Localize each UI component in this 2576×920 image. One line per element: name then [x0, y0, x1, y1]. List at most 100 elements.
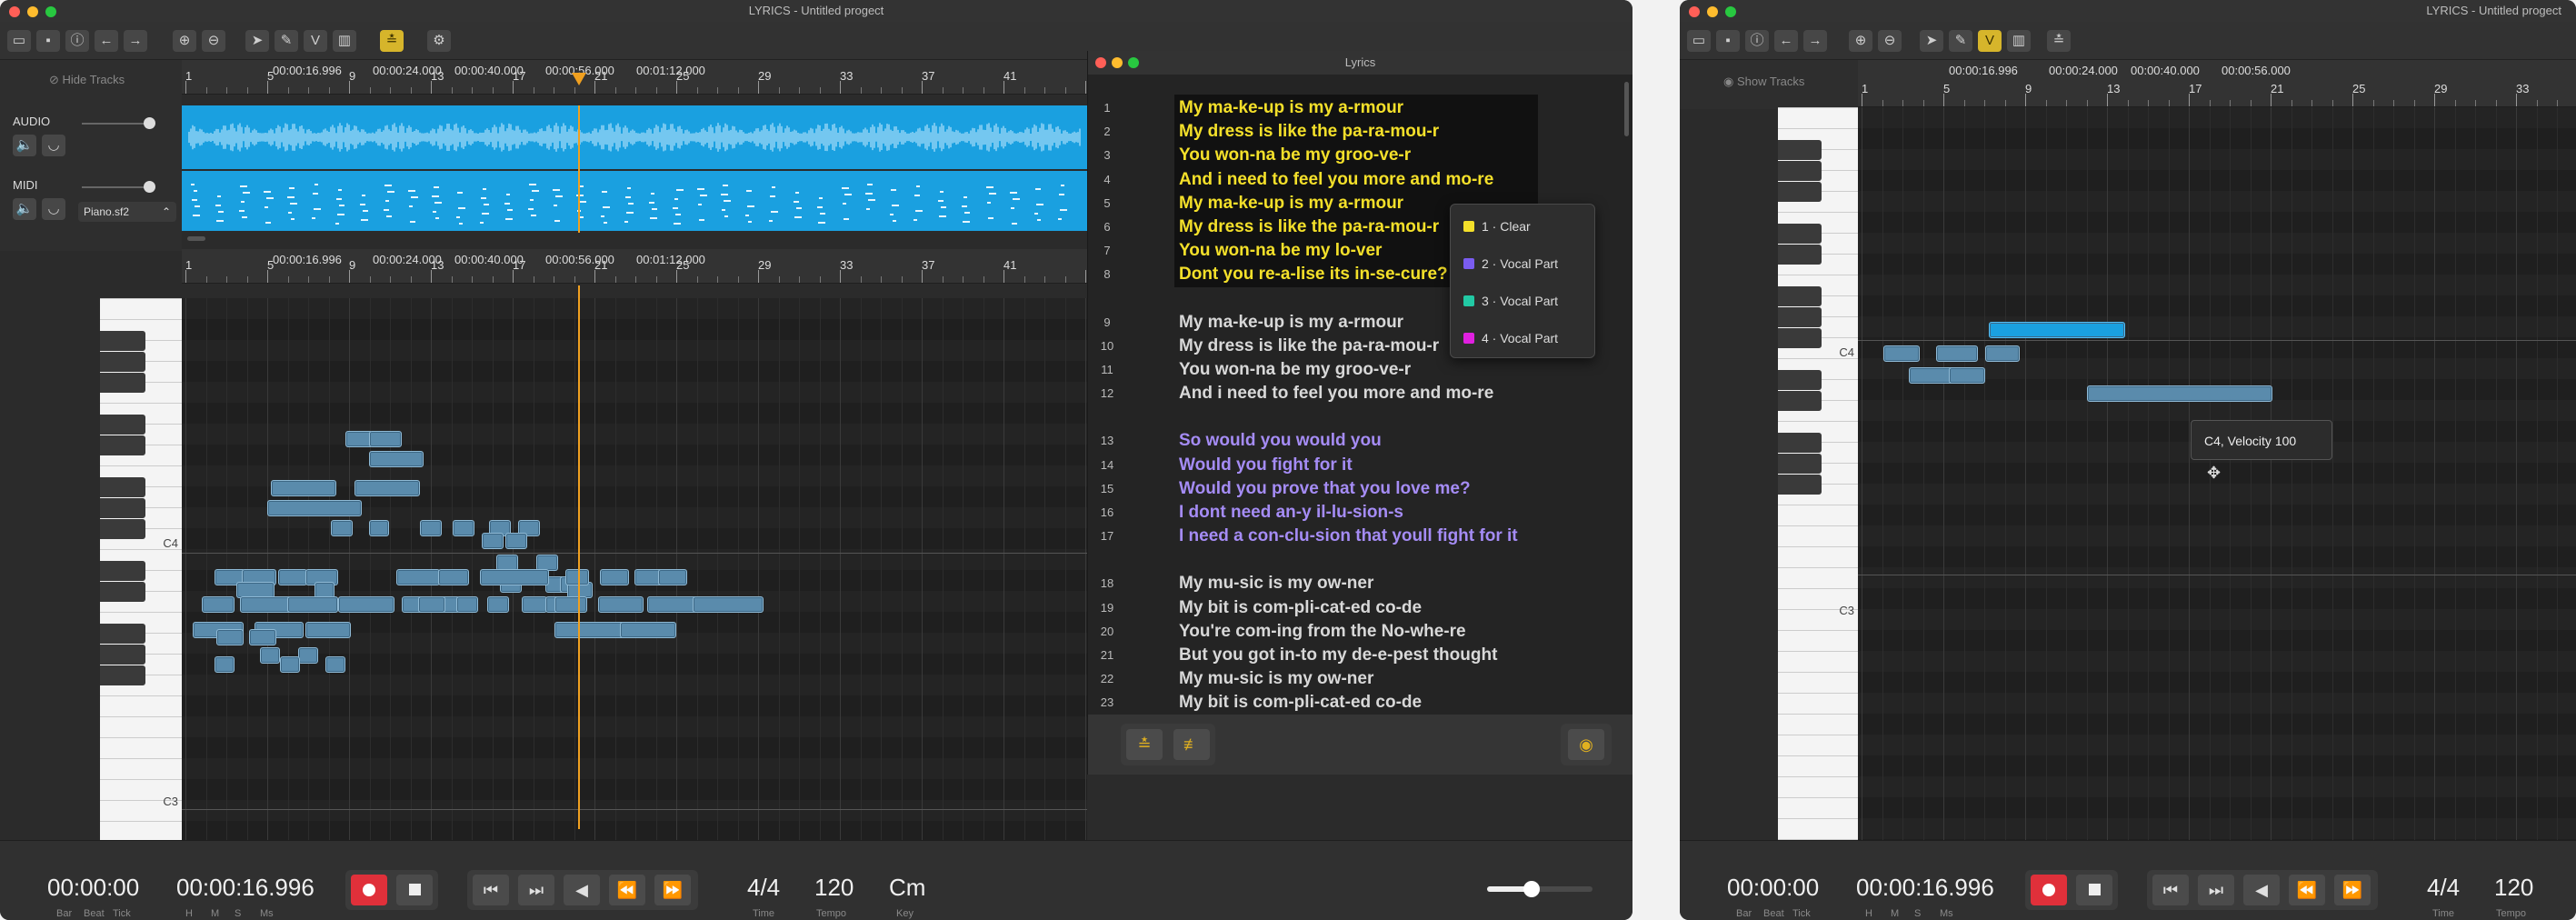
black-key[interactable]: [1778, 328, 1822, 348]
piano-roll-grid[interactable]: [182, 298, 1087, 840]
redo-icon[interactable]: →: [1803, 30, 1827, 52]
lyric-line[interactable]: 17 I need a con-clu-sion that youll fight…: [1088, 525, 1597, 548]
mute-icon[interactable]: 🔈: [13, 198, 36, 220]
midi-volume-slider[interactable]: [82, 181, 155, 193]
show-tracks-button[interactable]: ◉ Show Tracks: [1723, 75, 1804, 89]
record-button[interactable]: [351, 875, 387, 905]
midi-note[interactable]: [369, 520, 389, 536]
black-key[interactable]: [1778, 433, 1822, 453]
midi-note[interactable]: [249, 629, 276, 645]
pointer-tool-icon[interactable]: ➤: [1920, 30, 1943, 52]
lyric-line-text[interactable]: My dress is like the pa-ra-mou-r: [1179, 335, 1439, 358]
lyric-line-text[interactable]: Would you prove that you love me?: [1179, 477, 1471, 501]
time-signature[interactable]: 4/4: [747, 874, 780, 902]
midi-note[interactable]: [260, 647, 280, 664]
midi-note[interactable]: [487, 596, 509, 613]
black-key[interactable]: [100, 519, 145, 539]
menu-item-vocal-part-3[interactable]: 3 · Vocal Part: [1451, 283, 1594, 319]
midi-note[interactable]: [1985, 345, 2020, 362]
midi-note[interactable]: [438, 569, 469, 585]
zoom-lyrics-button[interactable]: [1128, 57, 1139, 68]
black-key[interactable]: [100, 415, 145, 435]
zoom-window-button[interactable]: [45, 6, 56, 17]
menu-item-vocal-part-2[interactable]: 2 · Vocal Part: [1451, 245, 1594, 282]
play-reverse-icon[interactable]: ◀: [564, 875, 600, 905]
black-key[interactable]: [1778, 391, 1822, 411]
zoom-window-button[interactable]: [1725, 6, 1736, 17]
lyrics-align-icon[interactable]: ≛: [380, 30, 404, 52]
black-key[interactable]: [1778, 161, 1822, 181]
midi-note[interactable]: [287, 596, 338, 613]
redo-icon[interactable]: →: [124, 30, 147, 52]
lyric-line[interactable]: 18 My mu-sic is my ow-ner: [1088, 572, 1597, 595]
headphones-icon[interactable]: ◡: [42, 198, 65, 220]
lyric-line-text[interactable]: And i need to feel you more and mo-re: [1179, 382, 1493, 405]
lyric-line-text[interactable]: My dress is like the pa-ra-mou-r: [1179, 215, 1439, 239]
settings-icon[interactable]: ⚙: [427, 30, 451, 52]
fast-forward-icon[interactable]: ⏩: [2334, 875, 2371, 905]
close-window-button[interactable]: [1689, 6, 1700, 17]
piano-keyboard[interactable]: C4 C3: [1778, 107, 1858, 840]
skip-to-start-icon[interactable]: ⏮: [2152, 875, 2189, 905]
black-key[interactable]: [1778, 370, 1822, 390]
playhead-marker-icon[interactable]: [572, 73, 586, 85]
align-lyrics-icon[interactable]: ≛: [1126, 729, 1163, 760]
trash-icon[interactable]: ▥: [333, 30, 356, 52]
skip-to-start-icon[interactable]: ⏮: [473, 875, 509, 905]
undo-icon[interactable]: ←: [1774, 30, 1798, 52]
midi-note[interactable]: [278, 569, 307, 585]
midi-note[interactable]: [369, 431, 402, 447]
key-value[interactable]: Cm: [889, 874, 925, 902]
lyrics-align-icon[interactable]: ≛: [2047, 30, 2071, 52]
midi-note[interactable]: [1883, 345, 1920, 362]
eye-icon[interactable]: ◉: [1568, 729, 1604, 760]
black-key[interactable]: [1778, 475, 1822, 495]
midi-note[interactable]: [598, 596, 644, 613]
midi-note[interactable]: [369, 451, 424, 467]
lyric-line-text[interactable]: Would you fight for it: [1179, 454, 1353, 477]
lyric-line[interactable]: 19 My bit is com-pli-cat-ed co-de: [1088, 596, 1597, 620]
info-icon[interactable]: ⓘ: [1745, 30, 1769, 52]
master-volume-slider[interactable]: [1487, 881, 1593, 897]
audio-volume-slider[interactable]: [82, 117, 155, 129]
undo-icon[interactable]: ←: [95, 30, 118, 52]
lyric-line[interactable]: 15 Would you prove that you love me?: [1088, 477, 1597, 501]
lyric-line[interactable]: 11 You won-na be my groo-ve-r: [1088, 358, 1597, 382]
lyric-line-text[interactable]: And i need to feel you more and mo-re: [1179, 168, 1493, 192]
lyric-line[interactable]: 14 Would you fight for it: [1088, 454, 1597, 477]
midi-note[interactable]: [396, 569, 440, 585]
midi-note[interactable]: [693, 596, 764, 613]
audio-clip[interactable]: [182, 105, 1087, 169]
midi-note[interactable]: [298, 647, 318, 664]
rewind-icon[interactable]: ⏪: [2289, 875, 2325, 905]
lyric-line[interactable]: 3 You won-na be my groo-ve-r: [1088, 144, 1597, 167]
pointer-tool-icon[interactable]: ➤: [245, 30, 269, 52]
minimize-window-button[interactable]: [27, 6, 38, 17]
close-lyrics-button[interactable]: [1095, 57, 1106, 68]
lyric-line-text[interactable]: I dont need an-y il-lu-sion-s: [1179, 501, 1403, 525]
lyric-line[interactable]: 23 My bit is com-pli-cat-ed co-de: [1088, 691, 1597, 715]
lyric-line-text[interactable]: My ma-ke-up is my a-rmour: [1179, 96, 1403, 120]
menu-item-clear[interactable]: 1 · Clear: [1451, 208, 1594, 245]
midi-note[interactable]: [354, 480, 420, 496]
midi-note[interactable]: [216, 629, 244, 645]
tempo-value[interactable]: 120: [814, 874, 854, 902]
midi-note[interactable]: [620, 622, 676, 638]
lyric-line-text[interactable]: I need a con-clu-sion that youll fight f…: [1179, 525, 1518, 548]
fast-forward-icon[interactable]: ⏩: [654, 875, 691, 905]
midi-note[interactable]: [456, 596, 478, 613]
tempo-value[interactable]: 120: [2494, 874, 2533, 902]
black-key[interactable]: [100, 477, 145, 497]
lyric-line[interactable]: 13 So would you would you: [1088, 429, 1597, 453]
lyric-line[interactable]: 1 My ma-ke-up is my a-rmour: [1088, 96, 1597, 120]
midi-note[interactable]: [522, 596, 547, 613]
mute-icon[interactable]: 🔈: [13, 135, 36, 156]
lyric-line-text[interactable]: So would you would you: [1179, 429, 1382, 453]
piano-keyboard[interactable]: C4 C3: [100, 298, 182, 840]
midi-note[interactable]: [482, 533, 504, 549]
vocal-tool-icon[interactable]: V: [1978, 30, 2002, 52]
midi-note[interactable]: [453, 520, 474, 536]
lyric-line[interactable]: 22 My mu-sic is my ow-ner: [1088, 667, 1597, 691]
pencil-tool-icon[interactable]: ✎: [275, 30, 298, 52]
playhead[interactable]: [578, 105, 580, 233]
